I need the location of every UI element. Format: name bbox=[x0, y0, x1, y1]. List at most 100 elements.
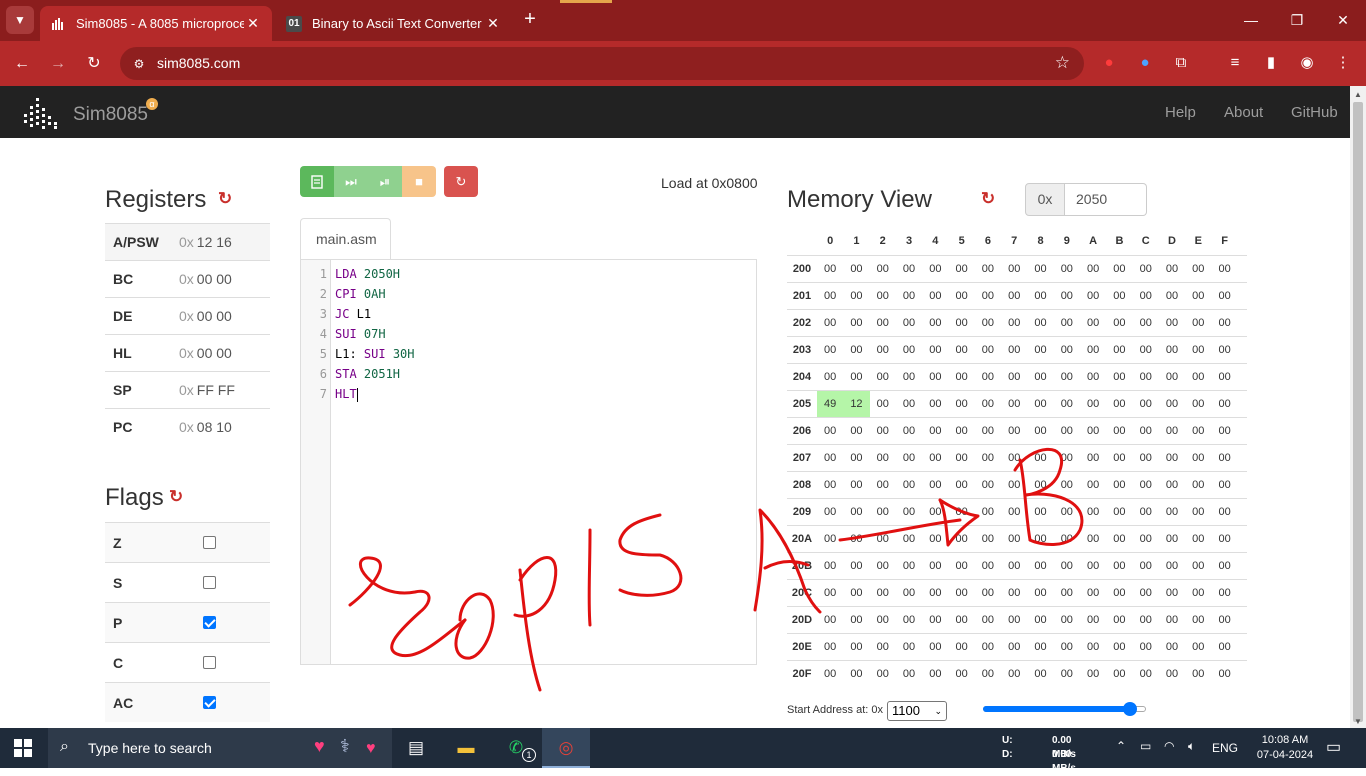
memory-cell[interactable]: 00 bbox=[1027, 283, 1053, 309]
code-editor[interactable]: 1234567 LDA 2050H CPI 0AH JC L1 SUI 07H L1: … bbox=[300, 259, 757, 665]
memory-cell[interactable]: 00 bbox=[1211, 337, 1237, 363]
memory-cell[interactable]: 00 bbox=[817, 310, 843, 336]
memory-cell[interactable]: 00 bbox=[1027, 499, 1053, 525]
memory-cell[interactable]: 00 bbox=[975, 526, 1001, 552]
memory-cell[interactable]: 00 bbox=[1001, 661, 1027, 687]
memory-cell[interactable]: 00 bbox=[896, 499, 922, 525]
memory-cell[interactable]: 00 bbox=[975, 580, 1001, 606]
code-line[interactable]: LDA 2050H bbox=[335, 264, 400, 284]
memory-cell[interactable]: 00 bbox=[1054, 472, 1080, 498]
memory-cell[interactable]: 00 bbox=[817, 526, 843, 552]
memory-cell[interactable]: 00 bbox=[975, 499, 1001, 525]
memory-cell[interactable]: 00 bbox=[1185, 418, 1211, 444]
memory-cell[interactable]: 00 bbox=[870, 256, 896, 282]
memory-cell[interactable]: 00 bbox=[1027, 553, 1053, 579]
memory-cell[interactable]: 00 bbox=[948, 634, 974, 660]
flag-checkbox[interactable] bbox=[203, 656, 216, 669]
memory-cell[interactable]: 00 bbox=[1001, 607, 1027, 633]
media-control-icon[interactable]: ≡ bbox=[1224, 52, 1246, 74]
memory-cell[interactable]: 00 bbox=[1054, 391, 1080, 417]
extension-blue-icon[interactable]: ● bbox=[1134, 52, 1156, 74]
memory-cell[interactable]: 00 bbox=[1106, 310, 1132, 336]
memory-cell[interactable]: 00 bbox=[1159, 661, 1185, 687]
memory-cell[interactable]: 00 bbox=[1211, 256, 1237, 282]
memory-cell[interactable]: 00 bbox=[896, 634, 922, 660]
memory-cell[interactable]: 49 bbox=[817, 391, 844, 417]
memory-cell[interactable]: 00 bbox=[1133, 364, 1159, 390]
memory-cell[interactable]: 00 bbox=[922, 661, 948, 687]
address-bar[interactable]: ⚙ sim8085.com ☆ bbox=[120, 47, 1084, 80]
register-value[interactable]: 00 00 bbox=[197, 271, 232, 287]
back-button[interactable]: ← bbox=[9, 51, 35, 77]
brand-name[interactable]: Sim8085 bbox=[73, 104, 148, 126]
memory-cell[interactable]: 00 bbox=[922, 526, 948, 552]
memory-cell[interactable]: 00 bbox=[1159, 391, 1185, 417]
memory-cell[interactable]: 00 bbox=[896, 445, 922, 471]
memory-cell[interactable]: 00 bbox=[1211, 418, 1237, 444]
search-placeholder[interactable]: Type here to search bbox=[88, 740, 212, 756]
run-all-button[interactable]: ⏭ bbox=[334, 166, 368, 197]
memory-cell[interactable]: 00 bbox=[1185, 445, 1211, 471]
memory-cell[interactable]: 00 bbox=[1027, 472, 1053, 498]
memory-cell[interactable]: 00 bbox=[975, 553, 1001, 579]
memory-cell[interactable]: 00 bbox=[975, 310, 1001, 336]
memory-cell[interactable]: 00 bbox=[1159, 310, 1185, 336]
tab-search-button[interactable]: ▼ bbox=[6, 6, 34, 34]
memory-cell[interactable]: 00 bbox=[843, 634, 869, 660]
nav-github[interactable]: GitHub bbox=[1291, 104, 1338, 121]
memory-cell[interactable]: 00 bbox=[843, 661, 869, 687]
scroll-down-icon[interactable]: ▼ bbox=[1354, 717, 1362, 726]
memory-cell[interactable]: 00 bbox=[1185, 310, 1211, 336]
memory-cell[interactable]: 00 bbox=[1080, 580, 1106, 606]
memory-cell[interactable]: 00 bbox=[1133, 391, 1159, 417]
flag-checkbox[interactable] bbox=[203, 576, 216, 589]
memory-cell[interactable]: 00 bbox=[1001, 256, 1027, 282]
memory-cell[interactable]: 00 bbox=[1185, 364, 1211, 390]
memory-cell[interactable]: 00 bbox=[1106, 634, 1132, 660]
memory-cell[interactable]: 00 bbox=[1133, 580, 1159, 606]
memory-cell[interactable]: 00 bbox=[870, 364, 896, 390]
memory-cell[interactable]: 00 bbox=[870, 337, 896, 363]
memory-cell[interactable]: 00 bbox=[1027, 310, 1053, 336]
memory-cell[interactable]: 00 bbox=[1185, 283, 1211, 309]
notification-icon[interactable]: ▭ bbox=[1326, 737, 1341, 757]
memory-cell[interactable]: 00 bbox=[1133, 634, 1159, 660]
code-line[interactable]: L1: SUI 30H bbox=[335, 344, 415, 364]
memory-cell[interactable]: 00 bbox=[1054, 499, 1080, 525]
reset-button[interactable]: ↻ bbox=[444, 166, 478, 197]
memory-cell[interactable]: 00 bbox=[1185, 472, 1211, 498]
memory-cell[interactable]: 00 bbox=[896, 418, 922, 444]
memory-cell[interactable]: 00 bbox=[1027, 661, 1053, 687]
memory-cell[interactable]: 00 bbox=[1185, 499, 1211, 525]
register-value[interactable]: FF FF bbox=[197, 382, 235, 398]
nav-about[interactable]: About bbox=[1224, 104, 1263, 121]
memory-cell[interactable]: 00 bbox=[1001, 391, 1027, 417]
memory-cell[interactable]: 00 bbox=[1080, 310, 1106, 336]
memory-cell[interactable]: 00 bbox=[843, 364, 869, 390]
memory-cell[interactable]: 00 bbox=[870, 526, 896, 552]
bookmark-star-icon[interactable]: ☆ bbox=[1055, 53, 1070, 73]
memory-cell[interactable]: 00 bbox=[1027, 418, 1053, 444]
memory-cell[interactable]: 00 bbox=[1106, 445, 1132, 471]
memory-cell[interactable]: 00 bbox=[1106, 418, 1132, 444]
register-value[interactable]: 00 00 bbox=[197, 345, 232, 361]
extensions-puzzle-icon[interactable]: ⧉ bbox=[1170, 52, 1192, 74]
memory-cell[interactable]: 00 bbox=[1054, 256, 1080, 282]
reload-button[interactable]: ↻ bbox=[81, 51, 107, 77]
memory-cell[interactable]: 00 bbox=[1080, 283, 1106, 309]
memory-cell[interactable]: 00 bbox=[870, 634, 896, 660]
memory-cell[interactable]: 00 bbox=[1054, 634, 1080, 660]
memory-cell[interactable]: 00 bbox=[975, 391, 1001, 417]
memory-cell[interactable]: 00 bbox=[1054, 337, 1080, 363]
memory-cell[interactable]: 00 bbox=[1054, 283, 1080, 309]
wifi-icon[interactable]: ◠ bbox=[1164, 739, 1174, 753]
memory-cell[interactable]: 00 bbox=[1159, 526, 1185, 552]
minimize-button[interactable]: — bbox=[1228, 8, 1274, 32]
memory-cell[interactable]: 00 bbox=[1027, 607, 1053, 633]
memory-cell[interactable]: 00 bbox=[922, 445, 948, 471]
memory-cell[interactable]: 00 bbox=[922, 418, 948, 444]
nav-help[interactable]: Help bbox=[1165, 104, 1196, 121]
memory-cell[interactable]: 00 bbox=[1159, 337, 1185, 363]
memory-cell[interactable]: 00 bbox=[922, 310, 948, 336]
close-tab-icon[interactable]: ✕ bbox=[484, 15, 502, 32]
